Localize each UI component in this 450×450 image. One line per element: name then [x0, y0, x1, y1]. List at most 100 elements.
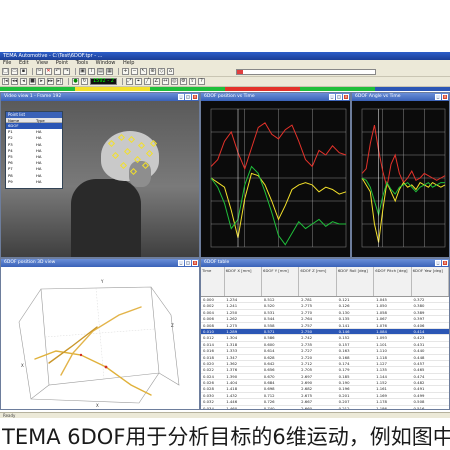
first-frame-icon[interactable]: |◂ [2, 78, 9, 85]
step-back-icon[interactable]: ◂◂ [11, 78, 18, 85]
table-cell: 0.135 [338, 316, 350, 322]
loop-icon[interactable]: ↻ [81, 78, 88, 85]
play-back-icon[interactable]: ◂ [20, 78, 27, 85]
point-list-item[interactable]: P9 HA [6, 179, 62, 185]
menu-edit[interactable]: Edit [19, 60, 29, 66]
chart1-window-controls: _ □ × [328, 94, 349, 100]
close-icon[interactable]: × [192, 94, 198, 100]
menu-tools[interactable]: Tools [76, 60, 88, 66]
table-cell: 1.318 [226, 341, 238, 347]
table-cell: 0.614 [263, 348, 275, 354]
3d-axis-edge [150, 286, 180, 386]
minimize-icon[interactable]: _ [178, 94, 184, 100]
table-cell: 0.544 [263, 316, 275, 322]
table-cell: 0.185 [338, 373, 350, 379]
angle-tool-icon[interactable]: ∠ [152, 78, 160, 85]
close-icon[interactable]: × [192, 260, 198, 266]
marker-icon[interactable]: ◇ [158, 68, 165, 75]
angle-chart [361, 108, 446, 248]
crosshair-icon[interactable]: ⌖ [134, 78, 142, 85]
play-icon[interactable]: ▸ [38, 78, 45, 85]
save-icon[interactable]: ▪ [20, 68, 27, 75]
column-name[interactable]: Name [6, 118, 34, 123]
minimize-icon[interactable]: _ [435, 94, 441, 100]
menu-view[interactable]: View [36, 60, 48, 66]
table-column-header[interactable]: 6DOF X [mm] [225, 267, 263, 296]
table-cell: 0.190 [338, 380, 350, 386]
filter-icon[interactable]: ⌂ [167, 68, 174, 75]
zoom-in-icon[interactable]: + [122, 68, 129, 75]
delete-icon[interactable]: ✕ [45, 68, 52, 75]
table-column-header[interactable]: 6DOF Y [mm] [262, 267, 300, 296]
point-list-rows: 6DOF P1 HA P2 HA P3 HA P4 HA P5 HA P6 HA P7 HA P8 HA P9 HA [6, 123, 62, 185]
table-cell: 0.020 [203, 360, 214, 366]
close-icon[interactable]: × [442, 260, 448, 266]
table-cell: 0.000 [203, 297, 214, 302]
table-cell: 2.727 [301, 348, 313, 354]
record-icon[interactable]: ● [72, 78, 79, 85]
stop-icon[interactable]: ■ [29, 78, 36, 85]
table-column-header[interactable]: Time [201, 267, 225, 296]
redo-icon[interactable]: ↷ [63, 68, 70, 75]
point-name: P9 [8, 178, 13, 184]
table-cell: 1.432 [226, 392, 238, 398]
last-frame-icon[interactable]: ▸| [56, 78, 63, 85]
grid-icon[interactable]: ▦ [106, 68, 113, 75]
table-cell: 0.130 [338, 309, 350, 315]
undo-icon[interactable]: ↶ [54, 68, 61, 75]
table-column-header[interactable]: 6DOF Yaw [deg] [412, 267, 449, 296]
maximize-icon[interactable]: □ [185, 260, 191, 266]
maximize-icon[interactable]: □ [185, 94, 191, 100]
help-icon[interactable]: ? [197, 78, 205, 85]
video-frame[interactable]: Point list Name Type 6DOF P1 HA P2 HA P3 HA P4 H… [1, 101, 199, 257]
table-cell: 0.212 [338, 405, 350, 410]
menu-point[interactable]: Point [56, 60, 68, 66]
table-icon[interactable]: ▤ [97, 68, 104, 75]
measure-icon[interactable]: ↔ [161, 78, 169, 85]
playback-progress-bar[interactable] [236, 69, 376, 75]
step-forward-icon[interactable]: ▸▸ [47, 78, 54, 85]
table-column-header[interactable]: 6DOF Pitch [deg] [374, 267, 412, 296]
angle-chart-area[interactable] [352, 101, 449, 257]
axis-label-x: X [96, 403, 99, 408]
chart-icon[interactable]: ⌇ [88, 68, 95, 75]
table-column-header[interactable]: 6DOF Roll [deg] [337, 267, 375, 296]
close-icon[interactable]: × [343, 94, 349, 100]
menu-window[interactable]: Window [96, 60, 116, 66]
table-column-header[interactable]: 6DOF Z [mm] [299, 267, 337, 296]
table-cell: 1.186 [376, 405, 387, 410]
table-cell: 0.014 [203, 341, 214, 347]
table-cell: 0.712 [263, 392, 275, 398]
view3d-title: 6DOF position 3D view [1, 259, 199, 267]
minimize-icon[interactable]: _ [435, 260, 441, 266]
menu-file[interactable]: File [3, 60, 11, 66]
table-row[interactable]: 0.034 1.460 0.740 2.660 0.212 1.186 0.516 [201, 405, 449, 410]
table-cell: 1.404 [226, 380, 238, 386]
minimize-icon[interactable]: _ [178, 260, 184, 266]
main-toolbar: □ ▭ ▪ ✂ ✕ ↶ ↷ ▣ ⌇ ▤ ▦ + − ↖ ⊕ ◇ ⌂ [0, 67, 450, 77]
view3d-area[interactable]: Y Z X X [1, 267, 199, 409]
window-icon[interactable]: ▣ [79, 68, 86, 75]
close-icon[interactable]: × [442, 94, 448, 100]
line-tool-icon[interactable]: ╱ [143, 78, 151, 85]
cut-icon[interactable]: ✂ [36, 68, 43, 75]
calibrate-icon[interactable]: ◎ [170, 78, 178, 85]
table-cell: 1.101 [376, 341, 387, 347]
3d-axis-edge [30, 372, 160, 404]
table-cell: 2.712 [301, 360, 313, 366]
video-panel-title: Video view 1 - Frame 192 [1, 93, 199, 101]
position-chart-area[interactable] [201, 101, 350, 257]
menu-help[interactable]: Help [123, 60, 134, 66]
column-type[interactable]: Type [34, 118, 62, 123]
settings-icon[interactable]: ⚙ [179, 78, 187, 85]
track-icon[interactable]: ⊕ [149, 68, 156, 75]
zoom-out-icon[interactable]: − [131, 68, 138, 75]
pointer-icon[interactable]: ↖ [140, 68, 147, 75]
open-folder-icon[interactable]: ▭ [11, 68, 18, 75]
new-file-icon[interactable]: □ [2, 68, 9, 75]
zoom-fit-icon[interactable]: ⤢ [125, 78, 133, 85]
export-icon[interactable]: ⇪ [188, 78, 196, 85]
maximize-icon[interactable]: □ [336, 94, 342, 100]
table-cell: 2.764 [301, 316, 313, 322]
minimize-icon[interactable]: _ [329, 94, 335, 100]
